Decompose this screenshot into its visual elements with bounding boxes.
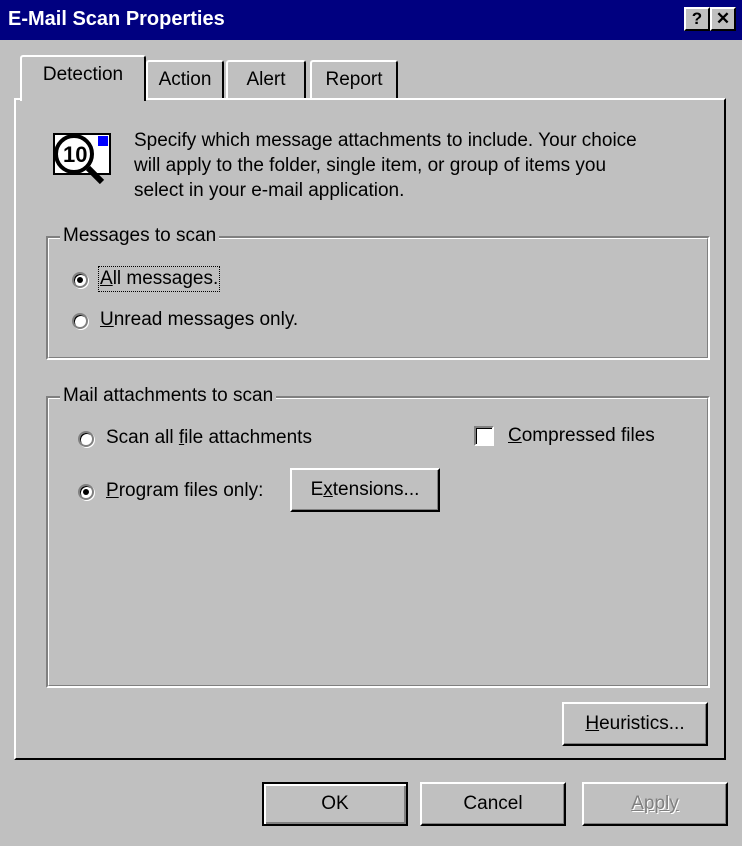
- messages-group-legend: Messages to scan: [60, 225, 220, 247]
- tab-alert[interactable]: Alert: [226, 60, 306, 100]
- tab-action[interactable]: Action: [146, 60, 224, 100]
- tab-report[interactable]: Report: [310, 60, 398, 100]
- tab-panel: [14, 98, 726, 760]
- ok-button[interactable]: OK: [262, 782, 408, 826]
- tab-report-label: Report: [325, 69, 383, 90]
- window-title: E-Mail Scan Properties: [8, 8, 225, 30]
- help-icon: ?: [691, 9, 703, 28]
- cancel-label: Cancel: [463, 793, 523, 814]
- title-bar: E-Mail Scan Properties ? ✕: [0, 0, 742, 40]
- tab-action-label: Action: [158, 69, 212, 90]
- attachments-group-legend: Mail attachments to scan: [60, 385, 277, 407]
- apply-button[interactable]: Apply: [582, 782, 728, 826]
- cancel-button[interactable]: Cancel: [420, 782, 566, 826]
- tab-alert-label: Alert: [246, 69, 286, 90]
- help-button[interactable]: ?: [684, 7, 710, 31]
- ok-label: OK: [321, 793, 349, 814]
- close-icon: ✕: [715, 9, 731, 28]
- close-button[interactable]: ✕: [710, 7, 736, 31]
- tab-detection[interactable]: Detection: [20, 55, 146, 101]
- tab-detection-label: Detection: [42, 64, 124, 85]
- apply-label: Apply: [631, 793, 679, 814]
